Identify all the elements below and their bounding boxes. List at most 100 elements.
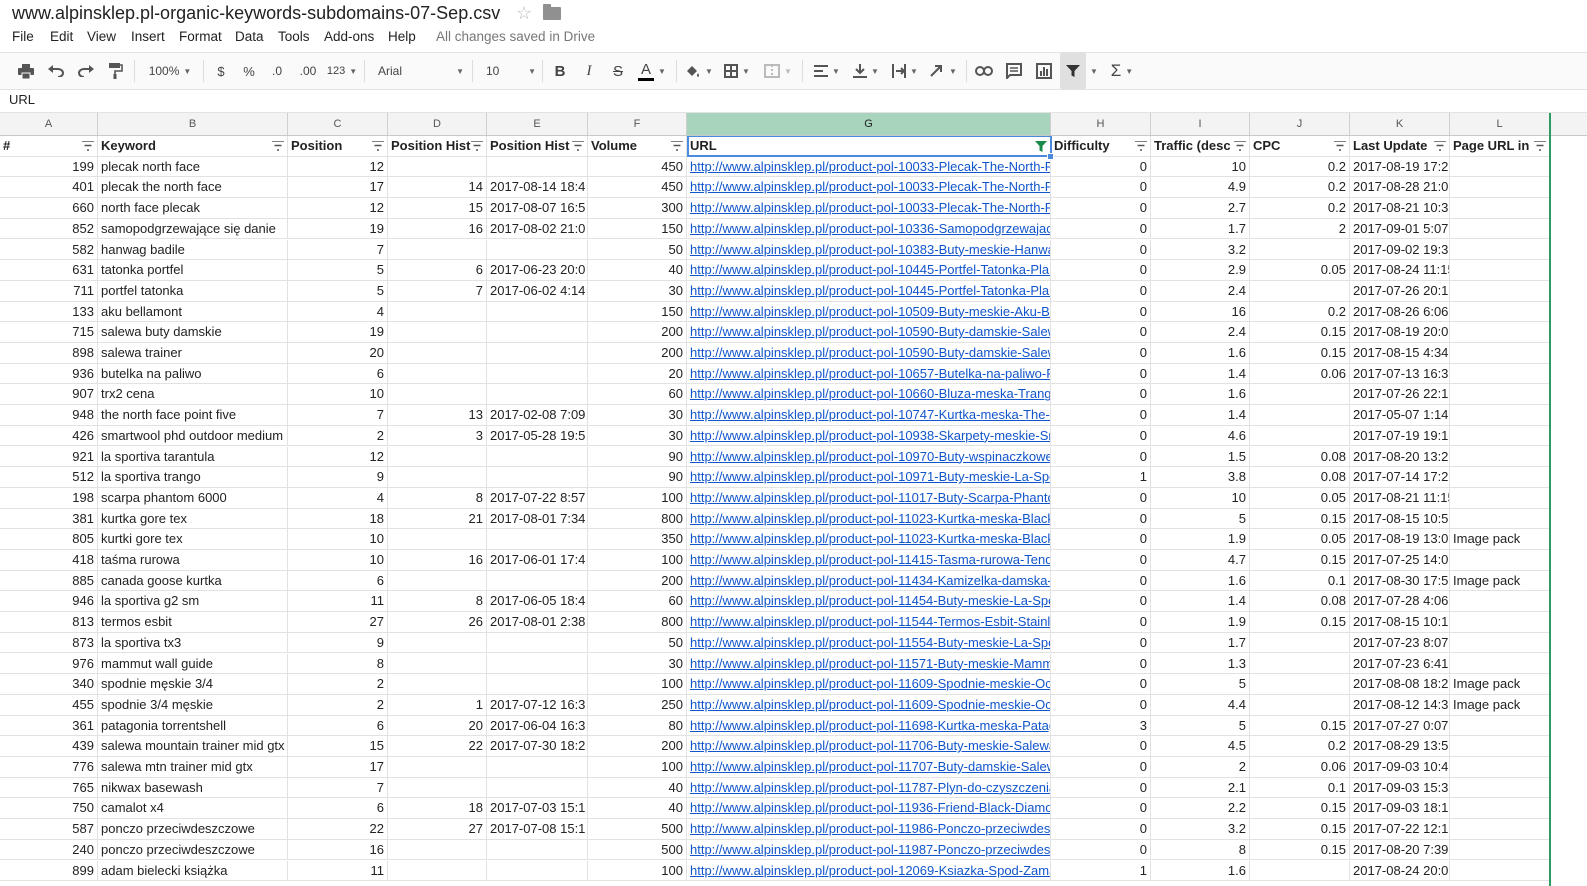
cell-position[interactable]: 22 — [288, 819, 388, 840]
header-cell-traffic[interactable]: Traffic (desc — [1151, 136, 1250, 157]
cell-number[interactable]: 852 — [0, 218, 98, 240]
cell-number[interactable]: 455 — [0, 694, 98, 716]
url-link[interactable]: http://www.alpinsklep.pl/product-pol-103… — [690, 242, 1050, 257]
cell-last-update[interactable]: 2017-08-21 10:3 — [1350, 198, 1450, 219]
more-formats-select[interactable]: 123 ▼ — [326, 53, 358, 89]
cell-position-history[interactable]: 8 — [388, 591, 487, 613]
cell-keyword[interactable]: ponczo przeciwdeszczowe — [98, 839, 288, 861]
cell-traffic[interactable]: 1.9 — [1151, 612, 1250, 633]
cell-cpc[interactable]: 0.15 — [1250, 550, 1350, 571]
cell-page-url-in[interactable] — [1450, 405, 1550, 426]
cell-position-history-date[interactable] — [487, 446, 588, 468]
cell-position-history-date[interactable] — [487, 632, 588, 654]
cell-volume[interactable]: 40 — [588, 260, 687, 281]
cell-cpc[interactable]: 0.05 — [1250, 529, 1350, 550]
cell-last-update[interactable]: 2017-09-02 19:3 — [1350, 239, 1450, 261]
column-header-k[interactable]: K — [1350, 113, 1450, 135]
url-link[interactable]: http://www.alpinsklep.pl/product-pol-110… — [690, 490, 1050, 505]
cell-cpc[interactable]: 0.2 — [1250, 198, 1350, 219]
cell-last-update[interactable]: 2017-07-23 8:07 — [1350, 632, 1450, 654]
cell-volume[interactable]: 200 — [588, 736, 687, 757]
cell-number[interactable]: 240 — [0, 839, 98, 861]
cell-cpc[interactable] — [1250, 280, 1350, 302]
cell-position-history-date[interactable]: 2017-08-14 18:4 — [487, 177, 588, 199]
cell-position-history-date[interactable]: 2017-06-02 4:14 — [487, 280, 588, 302]
merge-cells-button[interactable]: ▼ — [760, 53, 796, 89]
cell-page-url-in[interactable] — [1450, 860, 1550, 882]
url-link[interactable]: http://www.alpinsklep.pl/product-pol-114… — [690, 573, 1050, 588]
cell-difficulty[interactable]: 1 — [1051, 467, 1151, 488]
cell-keyword[interactable]: nikwax basewash — [98, 777, 288, 799]
cell-position-history[interactable]: 16 — [388, 218, 487, 240]
cell-last-update[interactable]: 2017-08-15 10:1 — [1350, 612, 1450, 633]
filter-icon[interactable] — [1234, 141, 1246, 151]
cell-position-history-date[interactable]: 2017-06-23 20:0 — [487, 260, 588, 281]
cell-number[interactable]: 948 — [0, 405, 98, 426]
filter-icon[interactable] — [1534, 141, 1546, 151]
cell-number[interactable]: 660 — [0, 198, 98, 219]
cell-last-update[interactable]: 2017-05-07 1:14 — [1350, 405, 1450, 426]
url-link[interactable]: http://www.alpinsklep.pl/product-pol-116… — [690, 697, 1050, 712]
cell-position-history-date[interactable] — [487, 363, 588, 385]
column-header-a[interactable]: A — [0, 113, 98, 135]
cell-position-history[interactable]: 6 — [388, 260, 487, 281]
cell-number[interactable]: 776 — [0, 757, 98, 778]
cell-last-update[interactable]: 2017-08-24 20:0 — [1350, 860, 1450, 882]
cell-page-url-in[interactable]: Image pack — [1450, 570, 1550, 592]
cell-difficulty[interactable]: 0 — [1051, 260, 1151, 281]
filter-dropdown-button[interactable]: ▼ — [1088, 53, 1100, 89]
header-cell-position-history-date[interactable]: Position Hist — [487, 136, 588, 157]
cell-position-history-date[interactable]: 2017-08-02 21:0 — [487, 218, 588, 240]
cell-page-url-in[interactable] — [1450, 218, 1550, 240]
cell-number[interactable]: 885 — [0, 570, 98, 592]
cell-keyword[interactable]: plecak north face — [98, 156, 288, 178]
cell-position[interactable]: 27 — [288, 612, 388, 633]
column-header-e[interactable]: E — [487, 113, 588, 135]
cell-position[interactable]: 5 — [288, 280, 388, 302]
cell-page-url-in[interactable] — [1450, 736, 1550, 757]
menu-help[interactable]: Help — [388, 29, 416, 44]
cell-page-url-in[interactable] — [1450, 239, 1550, 261]
cell-position-history-date[interactable] — [487, 860, 588, 882]
cell-url[interactable]: http://www.alpinsklep.pl/product-pol-117… — [687, 757, 1051, 778]
cell-position-history[interactable] — [388, 239, 487, 261]
cell-position[interactable]: 12 — [288, 198, 388, 219]
cell-page-url-in[interactable] — [1450, 839, 1550, 861]
url-link[interactable]: http://www.alpinsklep.pl/product-pol-109… — [690, 428, 1050, 443]
cell-difficulty[interactable]: 0 — [1051, 508, 1151, 530]
cell-difficulty[interactable]: 0 — [1051, 570, 1151, 592]
text-color-button[interactable]: A ▼ — [634, 53, 670, 89]
cell-position[interactable]: 6 — [288, 798, 388, 820]
cell-traffic[interactable]: 4.6 — [1151, 425, 1250, 447]
cell-position[interactable]: 10 — [288, 529, 388, 550]
cell-traffic[interactable]: 3.2 — [1151, 239, 1250, 261]
cell-url[interactable]: http://www.alpinsklep.pl/product-pol-109… — [687, 467, 1051, 488]
cell-url[interactable]: http://www.alpinsklep.pl/product-pol-107… — [687, 405, 1051, 426]
cell-position[interactable]: 12 — [288, 156, 388, 178]
url-link[interactable]: http://www.alpinsklep.pl/product-pol-117… — [690, 759, 1050, 774]
cell-position[interactable]: 9 — [288, 632, 388, 654]
undo-icon[interactable] — [44, 53, 68, 89]
cell-keyword[interactable]: canada goose kurtka — [98, 570, 288, 592]
cell-keyword[interactable]: la sportiva g2 sm — [98, 591, 288, 613]
cell-volume[interactable]: 40 — [588, 798, 687, 820]
cell-number[interactable]: 711 — [0, 280, 98, 302]
vertical-align-button[interactable]: ▼ — [849, 53, 883, 89]
text-rotation-button[interactable]: ▼ — [926, 53, 960, 89]
cell-number[interactable]: 813 — [0, 612, 98, 633]
cell-position-history[interactable]: 16 — [388, 550, 487, 571]
cell-volume[interactable]: 500 — [588, 819, 687, 840]
cell-volume[interactable]: 800 — [588, 612, 687, 633]
cell-cpc[interactable]: 0.15 — [1250, 343, 1350, 364]
cell-url[interactable]: http://www.alpinsklep.pl/product-pol-105… — [687, 322, 1051, 343]
url-link[interactable]: http://www.alpinsklep.pl/product-pol-105… — [690, 304, 1050, 319]
url-link[interactable]: http://www.alpinsklep.pl/product-pol-117… — [690, 738, 1050, 753]
cell-volume[interactable]: 150 — [588, 301, 687, 323]
comment-icon[interactable] — [1002, 53, 1026, 89]
cell-url[interactable]: http://www.alpinsklep.pl/product-pol-103… — [687, 218, 1051, 240]
cell-position[interactable]: 7 — [288, 777, 388, 799]
cell-url[interactable]: http://www.alpinsklep.pl/product-pol-117… — [687, 777, 1051, 799]
cell-traffic[interactable]: 1.6 — [1151, 570, 1250, 592]
cell-url[interactable]: http://www.alpinsklep.pl/product-pol-105… — [687, 301, 1051, 323]
cell-volume[interactable]: 100 — [588, 550, 687, 571]
